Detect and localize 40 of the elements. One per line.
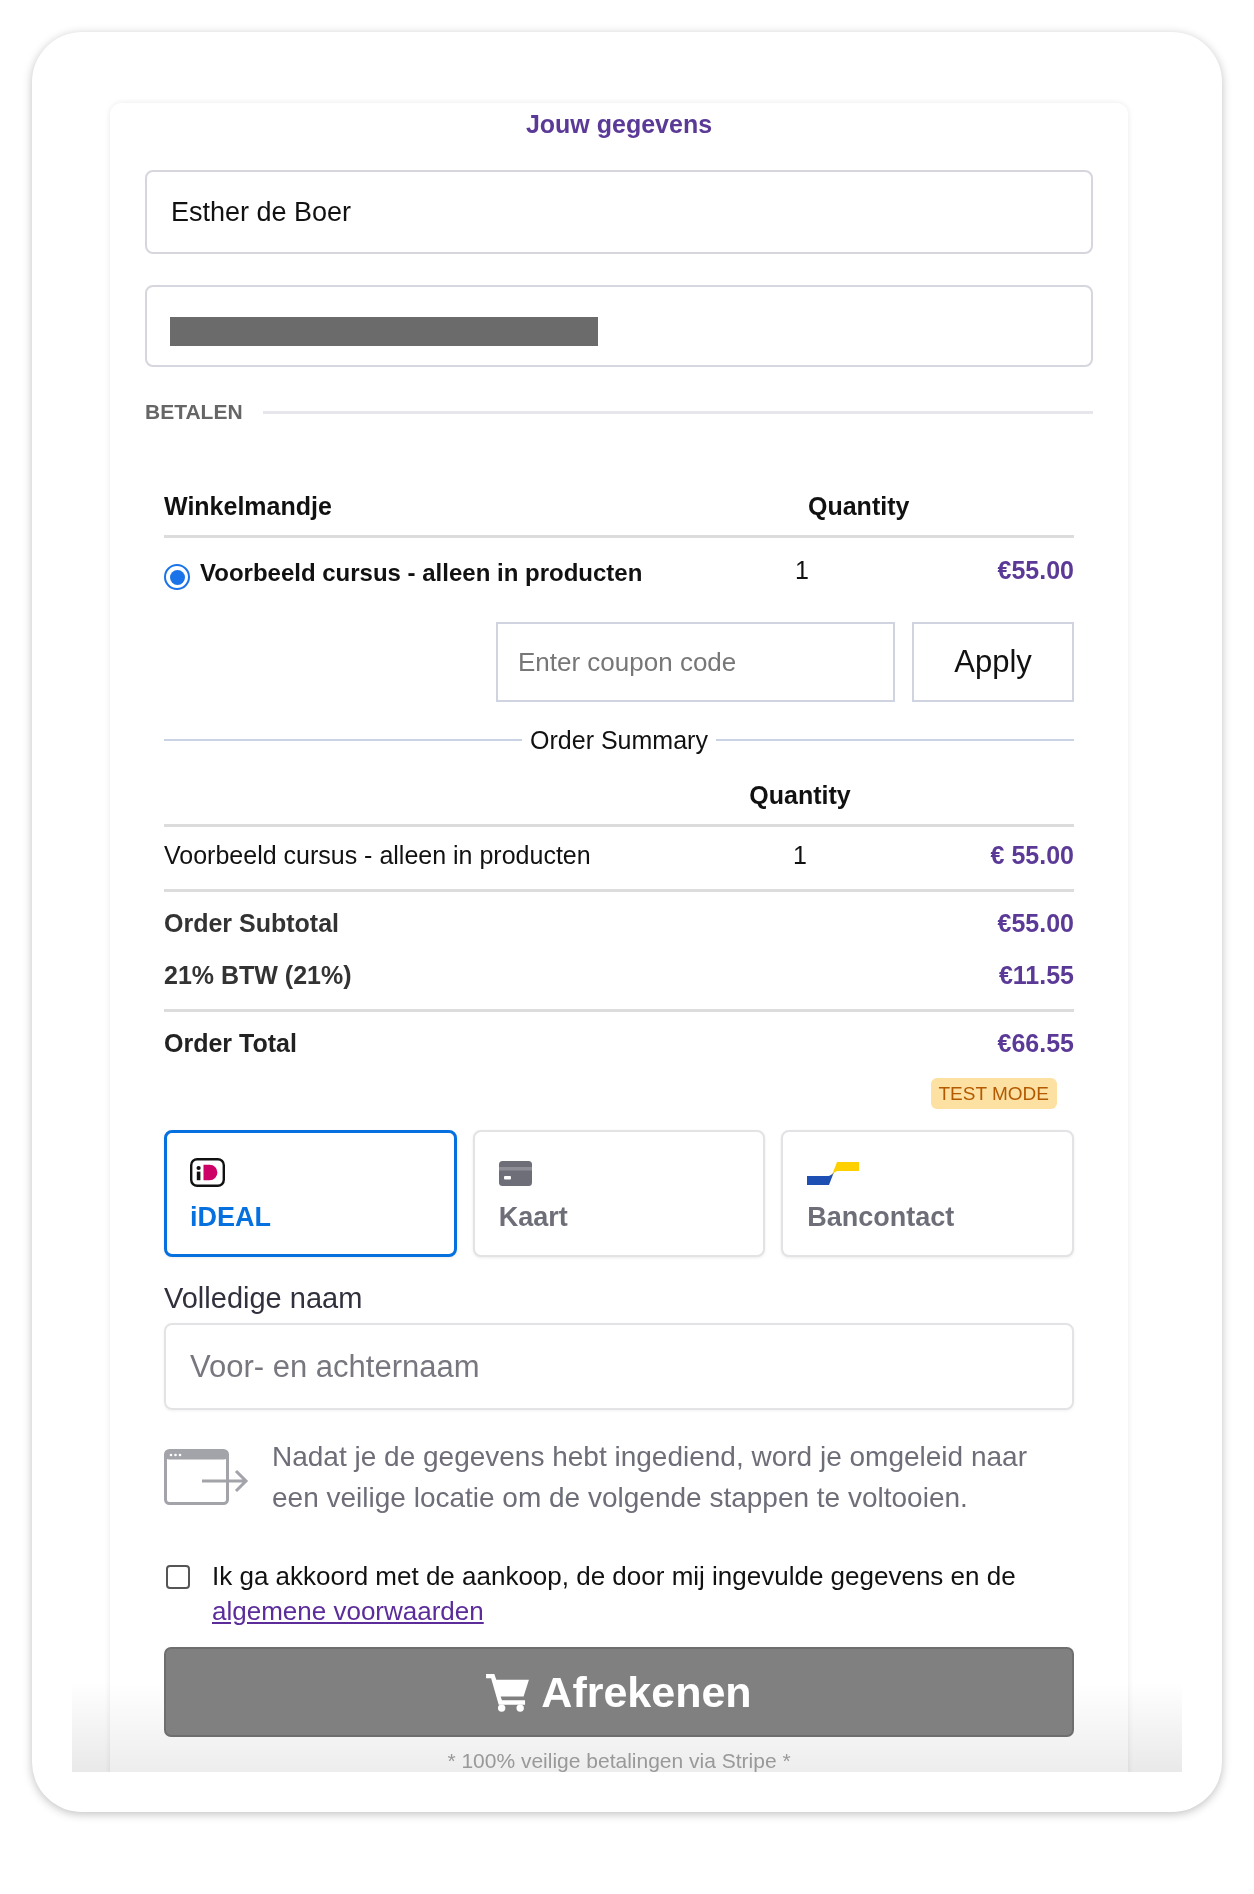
column-header: Quantity: [808, 491, 911, 521]
cart-icon: [486, 1672, 530, 1712]
column-header: Quantity: [748, 780, 852, 810]
divider-title: Order Summary: [530, 725, 708, 755]
quantity-value: 1: [792, 840, 808, 870]
summary-label: Order Total: [164, 1028, 297, 1058]
total-value: €11.55: [998, 960, 1074, 990]
total-value: €55.00: [997, 908, 1074, 938]
input-field[interactable]: Esther de Boer: [145, 170, 1093, 254]
checkout-button[interactable]: Afrekenen: [164, 1647, 1074, 1737]
name-input[interactable]: Voor- en achternaam: [164, 1323, 1074, 1410]
apply-button[interactable]: Apply: [912, 622, 1074, 702]
payment-method-tab[interactable]: Bancontact: [781, 1130, 1074, 1257]
section-title: Jouw gegevens: [524, 109, 714, 140]
section-label: BETALEN: [145, 399, 243, 425]
footer-note: * 100% veilige betalingen via Stripe *: [446, 1749, 792, 1772]
notice-text: Nadat je de gegevens hebt ingediend, word je omgeleid naar een veilige locatie om de volgende stappen te voltooien.: [272, 1440, 1028, 1515]
product-name: Voorbeeld cursus - alleen in producten: [164, 840, 592, 870]
column-header: Winkelmandje: [164, 491, 333, 521]
coupon-field[interactable]: Enter coupon code: [496, 622, 895, 702]
card-icon: [498, 1161, 532, 1186]
ideal-logo-icon: [190, 1158, 225, 1187]
price-value: €55.00: [996, 555, 1074, 585]
agreement-text: Ik ga akkoord met de aankoop, de door mij ingevulde gegevens en de algemene voorwaarden: [212, 1560, 1017, 1628]
checkbox[interactable]: [166, 1565, 190, 1589]
bancontact-logo-icon: [807, 1162, 860, 1185]
input-field[interactable]: [145, 285, 1093, 367]
terms-link[interactable]: algemene voorwaarden: [212, 1596, 484, 1626]
summary-label: Order Subtotal: [164, 908, 339, 938]
payment-method-tab[interactable]: Kaart: [472, 1130, 766, 1257]
quantity-value: 1: [795, 555, 810, 585]
payment-method-tab[interactable]: iDEAL: [164, 1130, 457, 1257]
price-value: € 55.00: [989, 840, 1074, 870]
total-value: €66.55: [997, 1028, 1074, 1058]
radio-button[interactable]: [164, 564, 190, 590]
product-name: Voorbeeld cursus - alleen in producten: [200, 558, 643, 588]
browser-arrow-icon: [164, 1449, 249, 1505]
field-label: Volledige naam: [164, 1282, 364, 1314]
test-mode-badge: TEST MODE: [930, 1078, 1057, 1109]
summary-label: 21% BTW (21%): [164, 960, 352, 990]
